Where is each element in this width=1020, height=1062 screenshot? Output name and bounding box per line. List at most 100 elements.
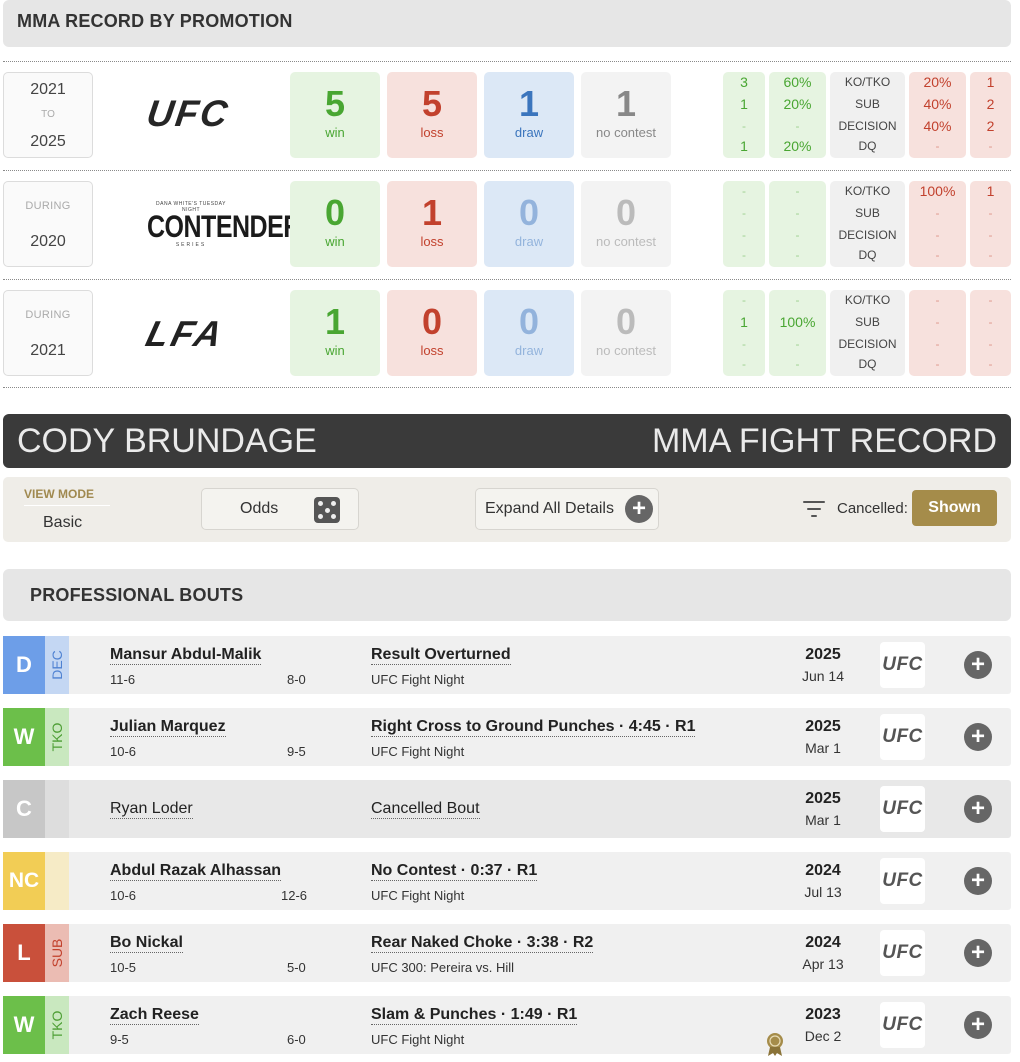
loss-count: 0	[421, 301, 443, 342]
method-label: SUB	[855, 315, 880, 329]
nc-count: 1	[615, 83, 637, 124]
method-label: DECISION	[838, 119, 897, 133]
view-mode-label: VIEW MODE	[24, 487, 110, 506]
promotion-logo[interactable]: UFC	[880, 1002, 925, 1048]
cell: -	[935, 315, 940, 329]
expand-bout-icon[interactable]: +	[964, 867, 992, 895]
result-badge: NC	[3, 852, 45, 910]
win-label: win	[325, 234, 345, 249]
expand-all-button[interactable]: Expand All Details +	[475, 488, 659, 530]
cell: -	[935, 337, 940, 351]
draw-count-box: 0 draw	[484, 181, 574, 267]
result-badge: L	[3, 924, 45, 982]
bout-result-link[interactable]: Cancelled Bout	[371, 800, 480, 819]
bout-row-cancelled[interactable]: C Ryan Loder Cancelled Bout 2025 Mar 1 U…	[3, 780, 1011, 838]
expand-bout-icon[interactable]: +	[964, 651, 992, 679]
event-name: UFC Fight Night	[371, 1032, 465, 1047]
promotion-logo[interactable]: UFC	[880, 714, 925, 760]
cell: -	[795, 293, 800, 307]
promotion-section-title: MMA RECORD BY PROMOTION	[17, 11, 293, 31]
cell: -	[935, 293, 940, 307]
opponent-link[interactable]: Ryan Loder	[110, 800, 193, 819]
draw-count: 1	[518, 83, 540, 124]
cell: -	[988, 206, 993, 220]
bout-result-link[interactable]: Slam & Punches · 1:49 · R1	[371, 1006, 578, 1025]
bout-result-link[interactable]: Result Overturned	[371, 646, 511, 665]
cell: 20%	[783, 96, 812, 112]
bout-result-link[interactable]: Rear Naked Choke · 3:38 · R2	[371, 934, 594, 953]
nc-count-box: 1 no contest	[581, 72, 671, 158]
cancelled-label: Cancelled:	[837, 500, 908, 517]
bout-result-link[interactable]: No Contest · 0:37 · R1	[371, 862, 538, 881]
filter-icon[interactable]	[803, 501, 825, 519]
view-mode-select[interactable]: Basic	[43, 514, 82, 532]
win-label: win	[325, 343, 345, 358]
loss-method-counts: 1 2 2 -	[970, 72, 1011, 158]
method-label: SUB	[855, 97, 880, 111]
cell: 3	[740, 74, 748, 90]
bout-row[interactable]: W TKO Julian Marquez 10-6 9-5 Right Cros…	[3, 708, 1011, 766]
promotion-logo[interactable]: UFC	[880, 930, 925, 976]
dice-icon	[314, 497, 340, 523]
loss-label: loss	[420, 234, 444, 249]
opponent-link[interactable]: Julian Marquez	[110, 718, 226, 737]
loss-count-box: 0 loss	[387, 290, 477, 376]
expand-bout-icon[interactable]: +	[964, 723, 992, 751]
cell: -	[742, 337, 746, 351]
cell: -	[795, 119, 800, 133]
method-types: KO/TKO SUB DECISION DQ	[830, 72, 905, 158]
result-badge: D	[3, 636, 45, 694]
cell: 100%	[919, 183, 956, 199]
cell: -	[935, 139, 940, 153]
period-box: DURING 2020	[3, 181, 93, 267]
opponent-link[interactable]: Bo Nickal	[110, 934, 183, 953]
result-badge: W	[3, 996, 45, 1054]
promotion-row-ufc: 2021 TO 2025 UFC 5 win 5 loss 1 draw 1 no co…	[3, 72, 1011, 158]
win-method-counts: - - - -	[723, 181, 765, 267]
logo-main-text: CONTENDER	[147, 209, 301, 245]
method-types: KO/TKO SUB DECISION DQ	[830, 181, 905, 267]
bout-row[interactable]: D DEC Mansur Abdul-Malik 11-6 8-0 Result…	[3, 636, 1011, 694]
ufc-logo[interactable]: UFC	[144, 93, 238, 134]
draw-count: 0	[518, 301, 540, 342]
expand-bout-icon[interactable]: +	[964, 939, 992, 967]
promotion-logo[interactable]: UFC	[880, 642, 925, 688]
bout-row[interactable]: W TKO Zach Reese 9-5 6-0 Slam & Punches …	[3, 996, 1011, 1056]
cell: -	[988, 248, 993, 262]
method-label: DQ	[858, 139, 877, 153]
odds-button[interactable]: Odds	[201, 488, 359, 530]
opponent-record: 6-0	[287, 1032, 306, 1047]
method-label: DQ	[858, 248, 877, 262]
promotion-logo[interactable]: UFC	[880, 786, 925, 832]
bout-row[interactable]: NC Abdul Razak Alhassan 10-6 12-6 No Con…	[3, 852, 1011, 910]
opponent-link[interactable]: Abdul Razak Alhassan	[110, 862, 282, 881]
contender-series-logo[interactable]: DANA WHITE'S TUESDAY NIGHT CONTENDER SER…	[147, 201, 301, 249]
view-mode-bar: VIEW MODE Basic Odds Expand All Details …	[3, 477, 1011, 542]
nc-count-box: 0 no contest	[581, 290, 671, 376]
lfa-logo[interactable]: LFA	[142, 313, 240, 354]
method-label: KO/TKO	[844, 75, 891, 89]
promotion-logo[interactable]: UFC	[880, 858, 925, 904]
bout-date: Mar 1	[805, 740, 841, 756]
cell: -	[935, 228, 940, 242]
fighter-record: 11-6	[110, 672, 136, 687]
method-badge	[45, 780, 69, 838]
method-badge	[45, 852, 69, 910]
expand-bout-icon[interactable]: +	[964, 1011, 992, 1039]
nc-count-box: 0 no contest	[581, 181, 671, 267]
fighter-record: 10-6	[110, 744, 137, 759]
expand-bout-icon[interactable]: +	[964, 795, 992, 823]
opponent-link[interactable]: Mansur Abdul-Malik	[110, 646, 262, 665]
event-name: UFC Fight Night	[371, 744, 465, 759]
fighter-banner: CODY BRUNDAGE MMA FIGHT RECORD	[3, 414, 1011, 468]
period-box: 2021 TO 2025	[3, 72, 93, 158]
opponent-link[interactable]: Zach Reese	[110, 1006, 199, 1025]
method-label: SUB	[855, 206, 880, 220]
cell: 40%	[923, 118, 952, 134]
method-badge: TKO	[45, 708, 69, 766]
bout-row[interactable]: L SUB Bo Nickal 10-5 5-0 Rear Naked Chok…	[3, 924, 1011, 982]
cell: -	[742, 184, 746, 198]
cancelled-toggle-button[interactable]: Shown	[912, 490, 997, 526]
bout-date: Jul 13	[804, 884, 842, 900]
bout-result-link[interactable]: Right Cross to Ground Punches · 4:45 · R…	[371, 718, 696, 737]
